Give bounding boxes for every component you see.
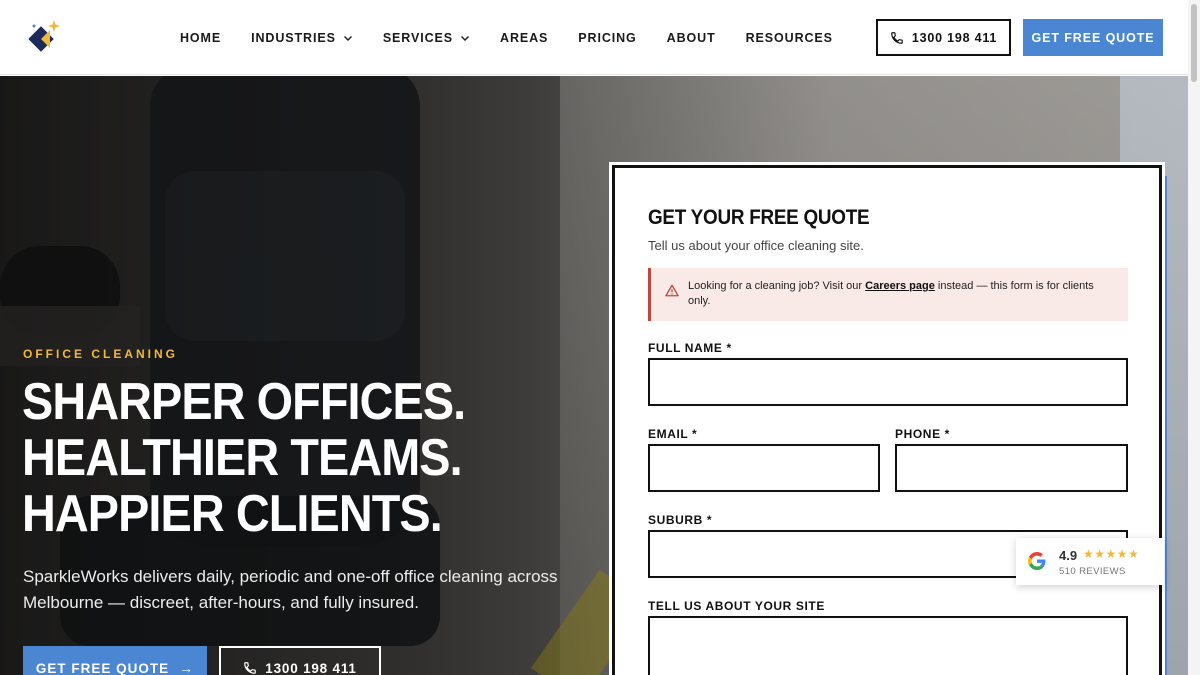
quote-form-card: GET YOUR FREE QUOTE Tell us about your o… xyxy=(609,162,1165,675)
rating-value: 4.9 xyxy=(1059,548,1078,563)
email-label: EMAIL * xyxy=(648,427,698,441)
alert-text-before: Looking for a cleaning job? Visit our xyxy=(688,280,866,292)
nav-label: INDUSTRIES xyxy=(251,30,336,45)
hero-quote-button[interactable]: GET FREE QUOTE → xyxy=(23,646,207,675)
scrollbar-thumb[interactable] xyxy=(1191,4,1197,82)
header-phone-button[interactable]: 1300 198 411 xyxy=(876,19,1011,56)
email-input[interactable] xyxy=(650,446,878,490)
phone-field-wrap xyxy=(895,444,1128,492)
nav-about[interactable]: ABOUT xyxy=(667,31,716,45)
arrow-right-icon: → xyxy=(179,660,195,675)
full-name-field-wrap xyxy=(648,358,1128,406)
headline-line: HEALTHIER TEAMS. xyxy=(22,429,463,487)
form-title: GET YOUR FREE QUOTE xyxy=(648,206,870,229)
nav-label: SERVICES xyxy=(382,30,454,45)
warning-icon xyxy=(665,284,679,297)
hero-eyebrow: OFFICE CLEANING xyxy=(23,347,178,361)
site-details-textarea[interactable] xyxy=(650,618,1126,675)
nav-label: HOME xyxy=(180,30,222,45)
review-count: 510 REVIEWS xyxy=(1059,566,1126,577)
google-reviews-badge[interactable]: 4.9 ★★★★★ 510 REVIEWS xyxy=(1016,538,1164,585)
chevron-down-icon xyxy=(343,35,352,41)
nav-areas[interactable]: AREAS xyxy=(500,31,548,45)
hero-subcopy: SparkleWorks delivers daily, periodic an… xyxy=(23,567,558,612)
hero-phone-button[interactable]: 1300 198 411 xyxy=(219,646,381,675)
nav-label: ABOUT xyxy=(666,30,716,45)
nav-home[interactable]: HOME xyxy=(180,31,221,45)
header-phone-label: 1300 198 411 xyxy=(911,30,998,45)
hero-quote-label: GET FREE QUOTE xyxy=(35,660,170,675)
header-quote-label: GET FREE QUOTE xyxy=(1031,30,1155,45)
nav-pricing[interactable]: PRICING xyxy=(578,31,636,45)
headline-line: HAPPIER CLIENTS. xyxy=(22,485,443,543)
careers-alert: Looking for a cleaning job? Visit our Ca… xyxy=(648,268,1128,321)
alert-text: Looking for a cleaning job? Visit our Ca… xyxy=(688,279,1118,309)
main-nav: HOME INDUSTRIES SERVICES AREAS PRICING A… xyxy=(180,0,863,75)
header-quote-button[interactable]: GET FREE QUOTE xyxy=(1023,19,1163,56)
nav-label: PRICING xyxy=(578,30,637,45)
site-details-label: TELL US ABOUT YOUR SITE xyxy=(648,599,825,613)
form-subtitle: Tell us about your office cleaning site. xyxy=(648,238,864,253)
full-name-input[interactable] xyxy=(650,360,1126,404)
star-rating-icon: ★★★★★ xyxy=(1083,547,1140,561)
nav-label: AREAS xyxy=(500,30,549,45)
headline-line: SHARPER OFFICES. xyxy=(22,373,466,431)
phone-label: PHONE * xyxy=(895,427,950,441)
nav-resources[interactable]: RESOURCES xyxy=(746,31,833,45)
nav-label: RESOURCES xyxy=(745,30,833,45)
email-field-wrap xyxy=(648,444,880,492)
full-name-label: FULL NAME * xyxy=(648,341,732,355)
careers-link[interactable]: Careers page xyxy=(865,280,935,292)
site-header: HOME INDUSTRIES SERVICES AREAS PRICING A… xyxy=(0,0,1200,75)
suburb-label: SUBURB * xyxy=(648,513,713,527)
hero-headline: SHARPER OFFICES. HEALTHIER TEAMS. HAPPIE… xyxy=(22,374,526,542)
hero-phone-label: 1300 198 411 xyxy=(265,660,357,675)
phone-icon xyxy=(890,31,903,44)
nav-industries[interactable]: INDUSTRIES xyxy=(251,31,353,45)
chevron-down-icon xyxy=(461,35,470,41)
google-icon xyxy=(1028,552,1046,570)
logo-icon[interactable] xyxy=(26,18,64,56)
nav-services[interactable]: SERVICES xyxy=(383,31,470,45)
phone-input[interactable] xyxy=(897,446,1126,490)
site-details-field-wrap xyxy=(648,616,1128,675)
page-scrollbar[interactable] xyxy=(1188,0,1200,675)
phone-icon xyxy=(244,662,257,674)
